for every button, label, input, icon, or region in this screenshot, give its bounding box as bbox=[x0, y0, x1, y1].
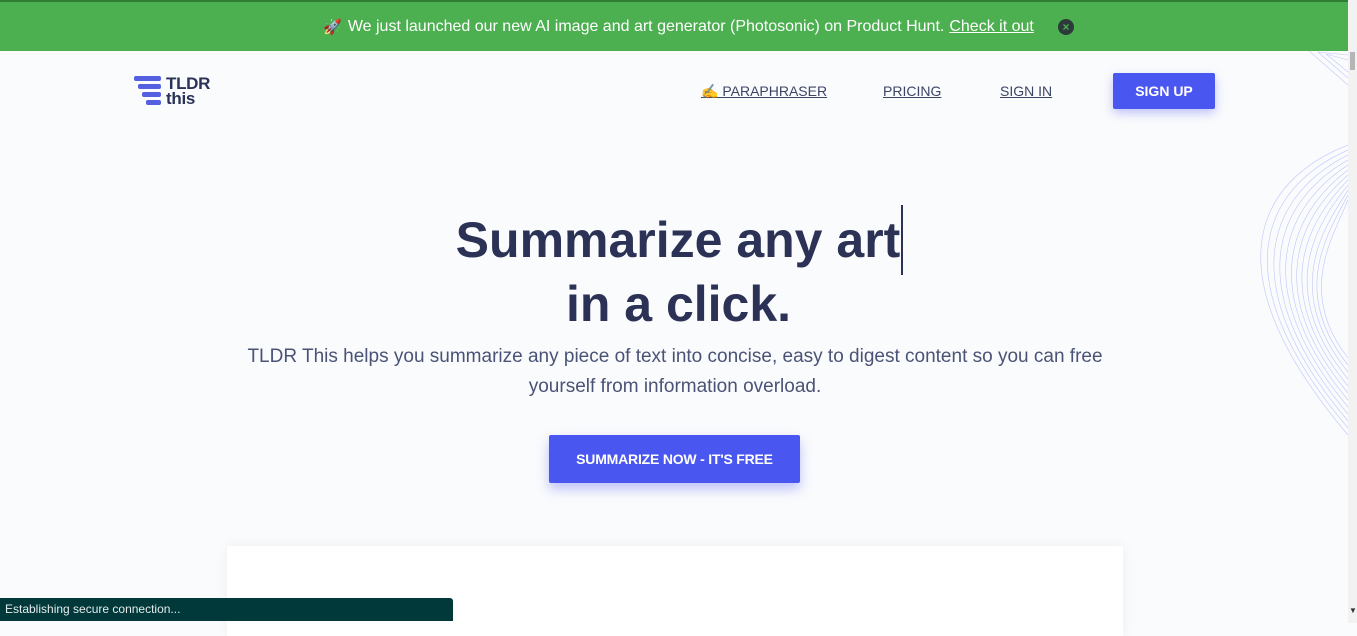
logo-wordmark: TLDR this bbox=[166, 75, 210, 108]
announcement-banner: 🚀 We just launched our new AI image and … bbox=[0, 0, 1357, 51]
page-scrollbar[interactable]: ▼ bbox=[1348, 0, 1357, 623]
banner-text: We just launched our new AI image and ar… bbox=[347, 17, 945, 35]
summarize-now-button[interactable]: SUMMARIZE NOW - IT'S FREE bbox=[549, 435, 800, 483]
scrollbar-thumb[interactable] bbox=[1350, 52, 1355, 70]
scroll-down-arrow-icon[interactable]: ▼ bbox=[1349, 606, 1357, 615]
hero-title-line2: in a click. bbox=[565, 276, 792, 332]
hero-title-line1: Summarize any art bbox=[455, 212, 901, 268]
browser-status-bar: Establishing secure connection... bbox=[0, 598, 453, 621]
tldr-logo[interactable]: TLDR this bbox=[134, 75, 210, 107]
close-banner-icon[interactable]: × bbox=[1058, 19, 1074, 35]
nav-signin-link[interactable]: SIGN IN bbox=[1000, 83, 1052, 99]
text-cursor bbox=[901, 205, 904, 275]
nav-paraphraser-link[interactable]: ✍️ PARAPHRASER bbox=[701, 83, 827, 100]
logo-bars-icon bbox=[134, 75, 162, 107]
signup-button[interactable]: SIGN UP bbox=[1113, 73, 1215, 109]
nav-pricing-link[interactable]: PRICING bbox=[883, 83, 941, 99]
rocket-icon: 🚀 bbox=[323, 18, 342, 36]
banner-check-it-out-link[interactable]: Check it out bbox=[949, 18, 1033, 36]
hero-subtitle: TLDR This helps you summarize any piece … bbox=[247, 346, 1103, 397]
logo-line2: this bbox=[166, 89, 196, 108]
hero-title: Summarize any art in a click. bbox=[0, 205, 1357, 333]
